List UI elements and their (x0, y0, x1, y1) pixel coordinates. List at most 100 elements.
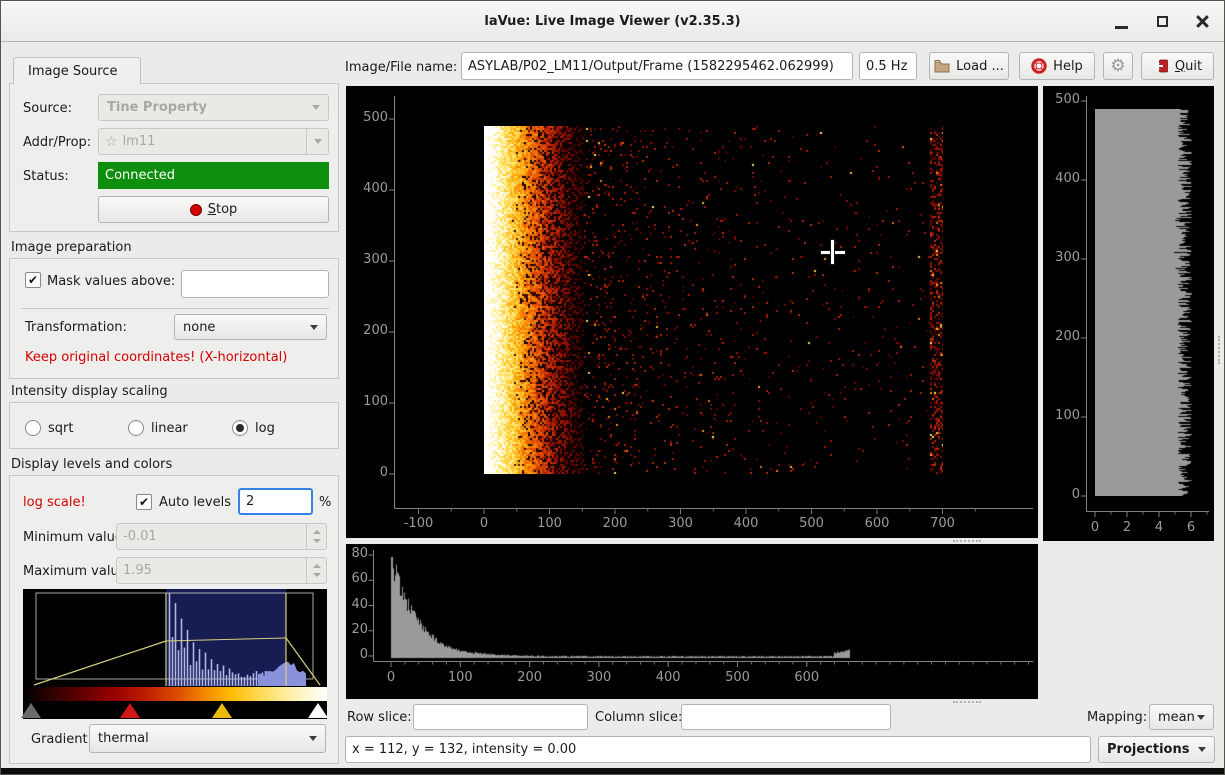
splitter-handle[interactable] (953, 540, 981, 542)
minimum-label: Minimum value: (23, 530, 127, 545)
minimum-spinbox[interactable]: -0.01 (116, 523, 327, 550)
row-projection-panel[interactable]: 01002003004005000246 (1043, 86, 1214, 541)
radio-linear-label[interactable]: linear (151, 421, 188, 436)
gradient-marker-black[interactable] (21, 703, 41, 718)
levels-histogram-plot[interactable] (23, 589, 327, 687)
load-button-label: Load ... (956, 59, 1004, 74)
image-file-input[interactable]: ASYLAB/P02_LM11/Output/Frame (1582295462… (461, 52, 853, 80)
spin-arrows-icon[interactable] (306, 524, 326, 549)
projections-button-label: Projections (1107, 742, 1189, 757)
gradient-marker-yellow[interactable] (212, 703, 232, 718)
tick-label: 300 (1045, 250, 1080, 265)
mapping-dropdown[interactable]: mean (1149, 704, 1214, 730)
window-bottom-edge (1, 768, 1224, 774)
source-dropdown-value: Tine Property (107, 100, 207, 115)
auto-levels-checkbox[interactable]: ✔ (136, 494, 152, 510)
gradient-marker-red[interactable] (120, 703, 140, 718)
quit-button[interactable]: Quit (1141, 52, 1214, 80)
refresh-rate-field[interactable]: 0.5 Hz (859, 52, 917, 80)
record-dot-icon (190, 204, 202, 216)
divider (21, 308, 329, 309)
projections-button[interactable]: Projections (1098, 736, 1215, 763)
image-file-label: Image/File name: (345, 60, 455, 75)
radio-sqrt-label[interactable]: sqrt (48, 421, 73, 436)
radio-linear[interactable] (128, 420, 144, 436)
source-dropdown[interactable]: Tine Property (98, 94, 329, 121)
tick-label: 40 (347, 597, 368, 612)
radio-sqrt[interactable] (25, 420, 41, 436)
tick-label: -100 (394, 516, 444, 531)
status-badge: Connected (98, 162, 329, 189)
tick-label: 0 (347, 647, 368, 662)
crosshair-cursor (830, 239, 835, 265)
tick-label: 200 (348, 323, 388, 338)
transformation-label: Transformation: (25, 320, 127, 335)
source-label: Source: (23, 101, 72, 116)
column-slice-label: Column slice: (595, 710, 682, 725)
pixel-status-field[interactable]: x = 112, y = 132, intensity = 0.00 (345, 736, 1091, 763)
tick-label: 0 (459, 516, 509, 531)
main-image-canvas[interactable] (484, 126, 943, 474)
tick-label: 0 (366, 670, 416, 685)
row-projection-canvas[interactable] (1095, 109, 1207, 496)
addr-prop-label: Addr/Prop: (23, 135, 91, 150)
percent-sign: % (319, 495, 331, 510)
stop-button[interactable]: Stop (98, 196, 329, 223)
maximum-spinbox[interactable]: 1.95 (116, 557, 327, 584)
tick-label: 400 (1045, 171, 1080, 186)
splitter-handle[interactable] (953, 701, 981, 703)
tick-label: 0 (1045, 487, 1080, 502)
chevron-down-icon (312, 105, 320, 110)
chevron-down-icon (309, 736, 317, 741)
mask-checkbox[interactable]: ✔ (25, 272, 41, 288)
help-button[interactable]: Help (1019, 52, 1095, 80)
gradient-dropdown[interactable]: thermal (89, 724, 326, 753)
chevron-down-icon (1197, 715, 1205, 720)
row-slice-input[interactable] (413, 704, 588, 730)
column-projection-panel[interactable]: 0204060800100200300400500600 (346, 544, 1038, 699)
radio-log[interactable] (232, 420, 248, 436)
settings-button[interactable]: ⚙ (1103, 52, 1133, 80)
mask-value-input[interactable] (181, 270, 329, 298)
tick-label: 200 (505, 670, 555, 685)
tick-label: 100 (525, 516, 575, 531)
mapping-label: Mapping: (1087, 710, 1147, 725)
close-icon[interactable] (1195, 14, 1210, 29)
radio-log-label[interactable]: log (255, 421, 275, 436)
help-lifering-icon (1031, 58, 1047, 74)
chevron-down-icon (1198, 747, 1206, 752)
help-button-label: Help (1053, 59, 1083, 74)
spin-arrows-icon[interactable] (306, 558, 326, 583)
tick-label: 300 (574, 670, 624, 685)
addr-prop-combo[interactable]: ☆ lm11 (98, 128, 329, 155)
check-icon: ✔ (139, 495, 149, 509)
splitter-handle[interactable] (1218, 336, 1220, 364)
check-icon: ✔ (28, 273, 38, 287)
maximize-icon[interactable] (1157, 16, 1168, 27)
levels-histogram-widget[interactable] (23, 589, 327, 719)
column-projection-canvas[interactable] (389, 552, 859, 662)
tick-label: 300 (656, 516, 706, 531)
tick-label: 500 (787, 516, 837, 531)
gradient-marker-white[interactable] (308, 703, 328, 718)
tick-label: 300 (348, 252, 388, 267)
tab-image-source[interactable]: Image Source (13, 57, 141, 84)
load-button[interactable]: Load ... (929, 52, 1009, 80)
transformation-dropdown[interactable]: none (174, 314, 327, 340)
auto-levels-label: Auto levels (159, 495, 231, 510)
main-image-panel[interactable]: 0100200300400500-10001002003004005006007… (346, 86, 1038, 538)
quit-door-icon (1153, 58, 1169, 74)
tick-label: 400 (721, 516, 771, 531)
tick-label: 0 (348, 465, 388, 480)
tick-label: 2 (1117, 520, 1137, 535)
chevron-down-icon[interactable] (306, 129, 328, 154)
minimize-icon[interactable] (1115, 26, 1128, 29)
gradient-marker-band (23, 701, 327, 719)
auto-levels-percent-input[interactable]: 2 (238, 488, 313, 515)
window-title: laVue: Live Image Viewer (v2.35.3) (1, 1, 1224, 41)
maximum-label: Maximum value: (23, 564, 131, 579)
column-slice-input[interactable] (681, 704, 891, 730)
maximum-value: 1.95 (123, 563, 152, 578)
status-label: Status: (23, 169, 69, 184)
app-window: laVue: Live Image Viewer (v2.35.3) Image… (0, 0, 1225, 775)
